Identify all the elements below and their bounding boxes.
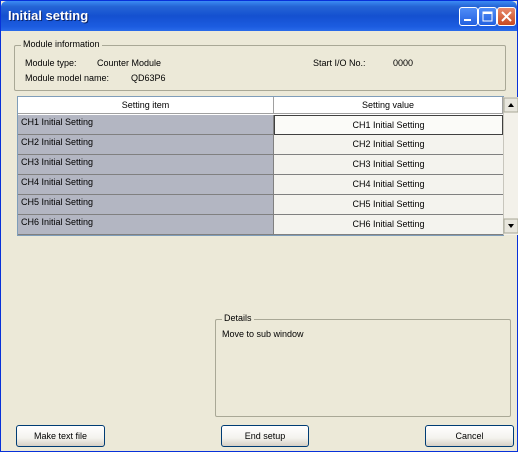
start-io-value: 0000 xyxy=(393,58,414,68)
table-row: CH5 Initial Setting CH5 Initial Setting xyxy=(18,195,503,215)
module-information-legend: Module information xyxy=(21,39,102,49)
setting-value-cell[interactable]: CH3 Initial Setting xyxy=(274,155,503,175)
initial-setting-window: Initial setting Module information Modul… xyxy=(0,0,518,452)
details-legend: Details xyxy=(222,313,254,323)
minimize-icon xyxy=(464,19,471,21)
table-row: CH2 Initial Setting CH2 Initial Setting xyxy=(18,135,503,155)
window-title: Initial setting xyxy=(8,8,89,23)
details-group: Details Move to sub window xyxy=(215,313,511,417)
start-io-label: Start I/O No.: xyxy=(313,58,366,68)
module-type-value: Counter Module xyxy=(97,58,162,68)
setting-item-cell: CH2 Initial Setting xyxy=(18,135,274,155)
setting-item-cell: CH1 Initial Setting xyxy=(18,115,274,135)
cancel-button[interactable]: Cancel xyxy=(425,425,514,447)
setting-value-cell[interactable]: CH5 Initial Setting xyxy=(274,195,503,215)
setting-value-cell[interactable]: CH4 Initial Setting xyxy=(274,175,503,195)
table-row: CH4 Initial Setting CH4 Initial Setting xyxy=(18,175,503,195)
setting-item-cell: CH4 Initial Setting xyxy=(18,175,274,195)
maximize-icon xyxy=(482,11,493,22)
setting-item-cell: CH3 Initial Setting xyxy=(18,155,274,175)
title-bar[interactable]: Initial setting xyxy=(1,1,517,31)
table-row: CH3 Initial Setting CH3 Initial Setting xyxy=(18,155,503,175)
setting-item-cell: CH6 Initial Setting xyxy=(18,215,274,235)
setting-item-cell: CH5 Initial Setting xyxy=(18,195,274,215)
module-model-value: QD63P6 xyxy=(131,73,166,83)
module-information-group: Module information Module type: Counter … xyxy=(14,39,506,91)
vertical-scrollbar[interactable] xyxy=(503,97,518,235)
maximize-button[interactable] xyxy=(478,7,497,26)
setting-value-cell[interactable]: CH1 Initial Setting xyxy=(274,115,503,135)
column-header-setting-item[interactable]: Setting item xyxy=(18,97,274,114)
scrollbar-graphic xyxy=(503,97,518,235)
table-row: CH1 Initial Setting CH1 Initial Setting xyxy=(18,115,503,135)
table-row: CH6 Initial Setting CH6 Initial Setting xyxy=(18,215,503,235)
setting-value-cell[interactable]: CH2 Initial Setting xyxy=(274,135,503,155)
setting-value-cell[interactable]: CH6 Initial Setting xyxy=(274,215,503,235)
end-setup-button[interactable]: End setup xyxy=(221,425,309,447)
minimize-button[interactable] xyxy=(459,7,478,26)
make-text-file-button[interactable]: Make text file xyxy=(16,425,105,447)
close-button[interactable] xyxy=(497,7,516,26)
close-icon xyxy=(501,11,512,22)
column-header-setting-value[interactable]: Setting value xyxy=(274,97,503,114)
setting-grid: Setting item Setting value CH1 Initial S… xyxy=(17,96,518,236)
module-model-label: Module model name: xyxy=(25,73,110,83)
details-text: Move to sub window xyxy=(222,329,304,339)
module-type-label: Module type: xyxy=(25,58,77,68)
